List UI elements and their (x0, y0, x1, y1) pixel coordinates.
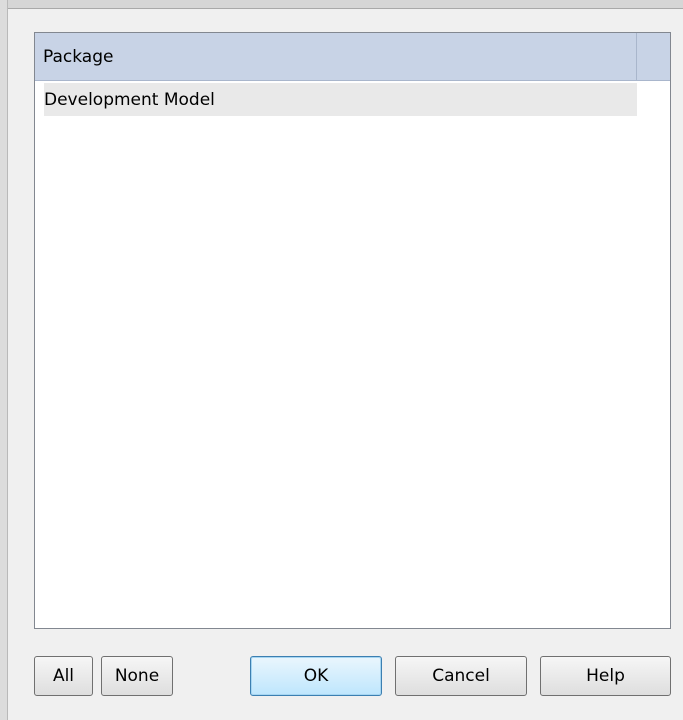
help-button[interactable]: Help (540, 656, 671, 696)
window-top-edge (0, 0, 683, 9)
list-header: Package (35, 33, 670, 81)
all-button[interactable]: All (34, 656, 93, 696)
list-item[interactable]: Development Model (44, 83, 637, 116)
list-item-label: Development Model (44, 89, 215, 110)
ok-button[interactable]: OK (250, 656, 382, 696)
package-list[interactable]: Package Development Model (34, 32, 671, 629)
column-header-label: Package (43, 46, 114, 67)
window-left-edge (0, 0, 8, 720)
cancel-button[interactable]: Cancel (395, 656, 527, 696)
column-header-package[interactable]: Package (35, 33, 637, 81)
column-header-filler (637, 33, 670, 81)
none-button[interactable]: None (101, 656, 173, 696)
